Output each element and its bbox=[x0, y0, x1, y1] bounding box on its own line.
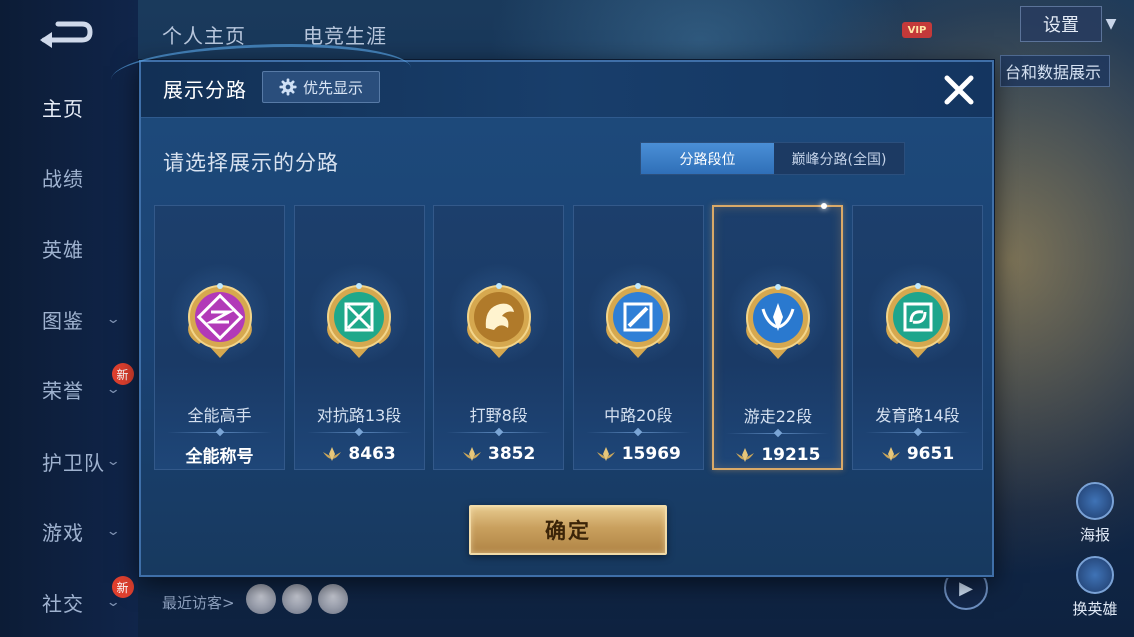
sidebar-item-label: 游戏 bbox=[42, 520, 84, 545]
chevron-down-icon: ⌄ bbox=[105, 523, 123, 539]
lane-points-value: 9651 bbox=[906, 444, 955, 464]
sidebar-item-label: 战绩 bbox=[42, 166, 84, 191]
chevron-down-icon[interactable]: ▼ bbox=[1096, 6, 1126, 42]
sidebar-item-label: 图鉴 bbox=[42, 308, 84, 333]
switch-hero-button[interactable]: 换英雄 bbox=[1068, 556, 1122, 619]
background-button-partial: 台和数据展示 bbox=[1000, 55, 1110, 87]
farm-lane-emblem-icon bbox=[873, 272, 963, 362]
back-arrow-icon[interactable] bbox=[36, 18, 94, 52]
title-label: 全能称号 bbox=[185, 446, 254, 467]
lane-card-footer: 19215 bbox=[714, 439, 841, 471]
lane-card[interactable]: 游走22段 19215 bbox=[712, 203, 844, 471]
tab-peak-lane-national[interactable]: 巅峰分路(全国) bbox=[774, 143, 904, 174]
dialog-header: 展示分路 优先显示 bbox=[111, 44, 992, 118]
emblem-glow bbox=[169, 264, 270, 364]
lane-card-footer: 8463 bbox=[295, 438, 424, 470]
sidebar-item-label: 护卫队 bbox=[42, 450, 105, 475]
divider bbox=[726, 433, 830, 434]
close-button[interactable] bbox=[937, 68, 981, 112]
roam-emblem-icon bbox=[733, 273, 823, 363]
settings-button[interactable]: 设置 bbox=[1020, 6, 1102, 42]
gear-icon bbox=[279, 78, 297, 96]
lane-rank-label: 打野8段 bbox=[469, 406, 528, 425]
clash-lane-emblem-icon bbox=[314, 272, 404, 362]
close-icon bbox=[944, 75, 974, 105]
emblem-glow bbox=[309, 264, 410, 364]
all-round-emblem-icon bbox=[175, 272, 265, 362]
lane-points-value: 3852 bbox=[488, 444, 536, 464]
lane-display-dialog: 展示分路 优先显示 请选择展示的分路 分路段位 巅峰分路(全国) 全能高手 全能… bbox=[111, 44, 994, 577]
confirm-button[interactable]: 确定 bbox=[469, 505, 667, 555]
sidebar-item-collection[interactable]: 图鉴 ⌄ bbox=[0, 299, 138, 339]
sidebar-item-game[interactable]: 游戏 ⌄ bbox=[0, 511, 138, 551]
divider bbox=[446, 432, 552, 433]
switch-hero-icon bbox=[1076, 556, 1114, 594]
lane-rank-label: 中路20段 bbox=[604, 406, 673, 425]
lane-card-footer: 3852 bbox=[434, 438, 563, 470]
visitor-avatar[interactable] bbox=[246, 584, 276, 614]
priority-display-button[interactable]: 优先显示 bbox=[262, 71, 380, 103]
emblem-glow bbox=[727, 265, 828, 365]
sidebar-item-match-history[interactable]: 战绩 bbox=[0, 157, 138, 197]
divider bbox=[167, 432, 272, 433]
emblem-glow bbox=[867, 264, 968, 364]
lane-card-footer: 全能称号 bbox=[155, 438, 284, 470]
tab-profile[interactable]: 个人主页 bbox=[162, 20, 246, 49]
visitor-avatar[interactable] bbox=[282, 584, 312, 614]
emblem-glow bbox=[448, 264, 549, 364]
tab-lane-rank[interactable]: 分路段位 bbox=[641, 143, 774, 174]
switch-hero-label: 换英雄 bbox=[1072, 600, 1118, 618]
lane-rank-label: 全能高手 bbox=[187, 406, 252, 425]
sidebar-item-label: 社交 bbox=[42, 591, 84, 616]
chevron-down-icon: ⌄ bbox=[105, 453, 123, 469]
vip-badge: VIP bbox=[902, 22, 932, 38]
lane-card[interactable]: 全能高手 全能称号 bbox=[154, 205, 285, 470]
mid-lane-emblem-icon bbox=[593, 272, 683, 362]
priority-display-label: 优先显示 bbox=[302, 78, 363, 97]
sidebar-item-label: 英雄 bbox=[42, 237, 84, 262]
lane-points-icon bbox=[463, 447, 482, 461]
lane-points-icon bbox=[323, 447, 342, 461]
sidebar-item-social[interactable]: 社交 ⌄ 新 bbox=[0, 576, 138, 622]
divider bbox=[306, 432, 412, 433]
lane-card[interactable]: 发育路14段 9651 bbox=[852, 205, 983, 470]
new-badge: 新 bbox=[112, 363, 134, 385]
sidebar-item-label: 主页 bbox=[42, 96, 84, 121]
poster-label: 海报 bbox=[1079, 526, 1110, 544]
lane-rank-label: 对抗路13段 bbox=[316, 406, 402, 425]
lane-points-value: 15969 bbox=[621, 444, 681, 464]
lane-type-tabs: 分路段位 巅峰分路(全国) bbox=[640, 142, 905, 175]
jungle-emblem-icon bbox=[454, 272, 544, 362]
poster-button[interactable]: 海报 bbox=[1068, 482, 1122, 545]
lane-card-footer: 15969 bbox=[574, 438, 703, 470]
lane-points-value: 19215 bbox=[761, 445, 821, 465]
visitor-avatar[interactable] bbox=[318, 584, 348, 614]
poster-icon bbox=[1076, 482, 1114, 520]
sidebar-item-heroes[interactable]: 英雄 bbox=[0, 228, 138, 268]
sidebar-item-label: 荣誉 bbox=[42, 378, 84, 403]
lane-card-footer: 9651 bbox=[853, 438, 982, 470]
dialog-title: 展示分路 bbox=[163, 78, 247, 102]
lane-card[interactable]: 打野8段 3852 bbox=[433, 205, 565, 470]
lane-rank-label: 发育路14段 bbox=[875, 406, 960, 425]
recent-visitors-link[interactable]: 最近访客> bbox=[162, 592, 235, 613]
sidebar-item-honor[interactable]: 荣誉 ⌄ 新 bbox=[0, 363, 138, 409]
selection-sparkle bbox=[821, 203, 828, 209]
lane-card[interactable]: 中路20段 15969 bbox=[572, 205, 704, 470]
lane-points-icon bbox=[736, 448, 755, 462]
new-badge: 新 bbox=[112, 576, 134, 598]
dialog-subtitle: 请选择展示的分路 bbox=[163, 151, 339, 175]
lane-rank-label: 游走22段 bbox=[743, 407, 813, 426]
sidebar-item-guard-team[interactable]: 护卫队 ⌄ bbox=[0, 441, 138, 481]
chevron-down-icon: ⌄ bbox=[105, 311, 123, 327]
lane-points-value: 8463 bbox=[348, 444, 396, 464]
lane-points-icon bbox=[881, 447, 900, 461]
divider bbox=[865, 432, 970, 433]
lane-points-icon bbox=[596, 447, 615, 461]
emblem-glow bbox=[588, 264, 689, 364]
lane-card[interactable]: 对抗路13段 8463 bbox=[293, 205, 425, 470]
divider bbox=[585, 432, 691, 433]
